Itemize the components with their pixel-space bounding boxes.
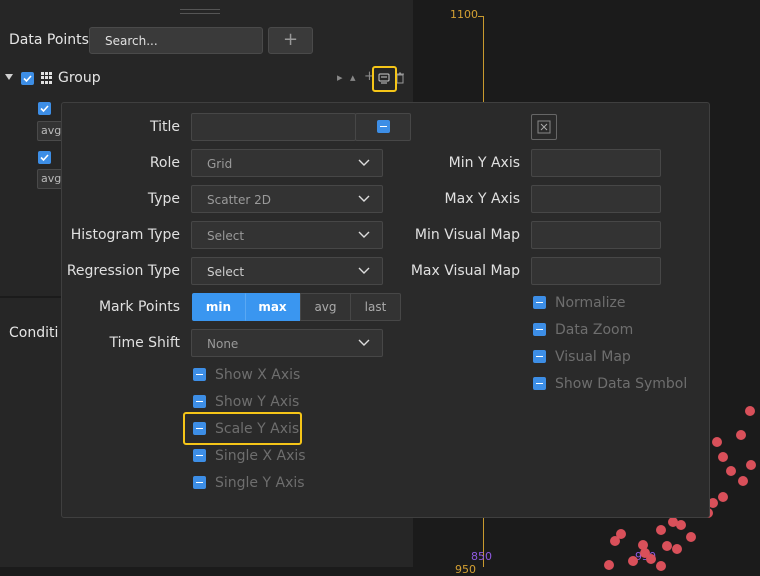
show-data-symbol-checkbox[interactable] [533,377,546,390]
time-shift-select[interactable]: None [191,329,383,357]
data-points-label: Data Points [9,32,89,48]
max-visual-map-label: Max Visual Map [410,263,520,279]
scatter-point [738,476,748,486]
visual-map-label: Visual Map [555,349,631,365]
single-y-axis-label: Single Y Axis [215,475,305,491]
chart-settings-highlight [372,66,397,92]
chevron-down-icon [358,231,370,238]
show-x-axis-label: Show X Axis [215,367,301,383]
histogram-type-label: Histogram Type [70,227,180,243]
scatter-point [662,541,672,551]
max-y-axis-label: Max Y Axis [444,191,520,207]
mark-points-label: Mark Points [98,299,180,315]
show-y-axis-label: Show Y Axis [215,394,300,410]
scatter-point [718,492,728,502]
min-y-axis-label: Min Y Axis [448,155,520,171]
mark-points-min[interactable]: min [192,293,245,321]
scatter-point [736,430,746,440]
min-visual-map-input[interactable] [531,221,661,249]
scale-y-axis-highlight [183,412,302,445]
type-select[interactable]: Scatter 2D [191,185,383,213]
role-select[interactable]: Grid [191,149,383,177]
normalize-checkbox[interactable] [533,296,546,309]
time-shift-label: Time Shift [109,335,180,351]
add-data-point-button[interactable]: + [268,27,313,54]
role-label: Role [149,155,180,171]
max-y-axis-input[interactable] [531,185,661,213]
scatter-point [672,544,682,554]
scatter-point [628,556,638,566]
regression-type-label: Regression Type [66,263,180,279]
regression-type-value: Select [207,265,245,279]
chevron-down-icon [358,339,370,346]
scatter-point [610,536,620,546]
scatter-point [712,437,722,447]
max-visual-map-input[interactable] [531,257,661,285]
chevron-down-icon[interactable] [5,74,13,80]
move-up-icon[interactable]: ▴ [350,71,356,84]
group-label: Group [58,70,101,86]
close-button[interactable] [531,114,557,140]
type-value: Scatter 2D [207,193,271,207]
chevron-down-icon [358,267,370,274]
scatter-point [604,560,614,570]
series-aggregation-2[interactable]: avg [37,169,63,189]
chevron-down-icon [358,195,370,202]
chart-settings-dialog: Title Role Grid Type Scatter 2D Histogra… [61,102,710,518]
scatter-point [746,460,756,470]
series-aggregation-1[interactable]: avg [37,121,63,141]
y-tick-label-bottom: 950 [455,563,476,576]
role-value: Grid [207,157,233,171]
grid-icon [41,72,53,84]
scatter-point [718,452,728,462]
series-checkbox-1[interactable] [38,102,51,115]
chevron-down-icon [358,159,370,166]
mark-points-max[interactable]: max [245,293,300,321]
normalize-label: Normalize [555,295,626,311]
show-x-axis-checkbox[interactable] [193,368,206,381]
y-axis-tick [478,16,483,17]
single-y-axis-checkbox[interactable] [193,476,206,489]
conditions-label: Conditi [9,325,59,341]
mark-points-avg[interactable]: avg [300,293,351,321]
title-toggle-box[interactable] [355,113,411,141]
data-zoom-label: Data Zoom [555,322,634,338]
time-shift-value: None [207,337,239,351]
scatter-point [656,561,666,571]
mark-points-last[interactable]: last [350,293,401,321]
histogram-type-value: Select [207,229,245,243]
min-visual-map-label: Min Visual Map [414,227,520,243]
title-toggle-checkbox[interactable] [377,120,390,133]
title-input[interactable] [191,113,356,141]
scatter-point [726,466,736,476]
min-y-axis-input[interactable] [531,149,661,177]
scatter-point [656,525,666,535]
x-tick-label: 850 [471,550,492,563]
scatter-point [676,520,686,530]
regression-type-select[interactable]: Select [191,257,383,285]
series-checkbox-2[interactable] [38,151,51,164]
type-label: Type [147,191,180,207]
histogram-type-select[interactable]: Select [191,221,383,249]
y-tick-label: 1100 [450,8,478,21]
scatter-point [745,406,755,416]
data-zoom-checkbox[interactable] [533,323,546,336]
close-icon [537,120,551,134]
single-x-axis-checkbox[interactable] [193,449,206,462]
search-input[interactable]: Search... [89,27,263,54]
show-y-axis-checkbox[interactable] [193,395,206,408]
single-x-axis-label: Single X Axis [215,448,306,464]
group-checkbox[interactable] [21,72,34,85]
scatter-point [686,532,696,542]
panel-drag-handle[interactable] [180,9,220,14]
visual-map-checkbox[interactable] [533,350,546,363]
title-label: Title [149,119,180,135]
scatter-point [646,554,656,564]
play-icon[interactable]: ▸ [337,71,343,84]
show-data-symbol-label: Show Data Symbol [555,376,688,392]
